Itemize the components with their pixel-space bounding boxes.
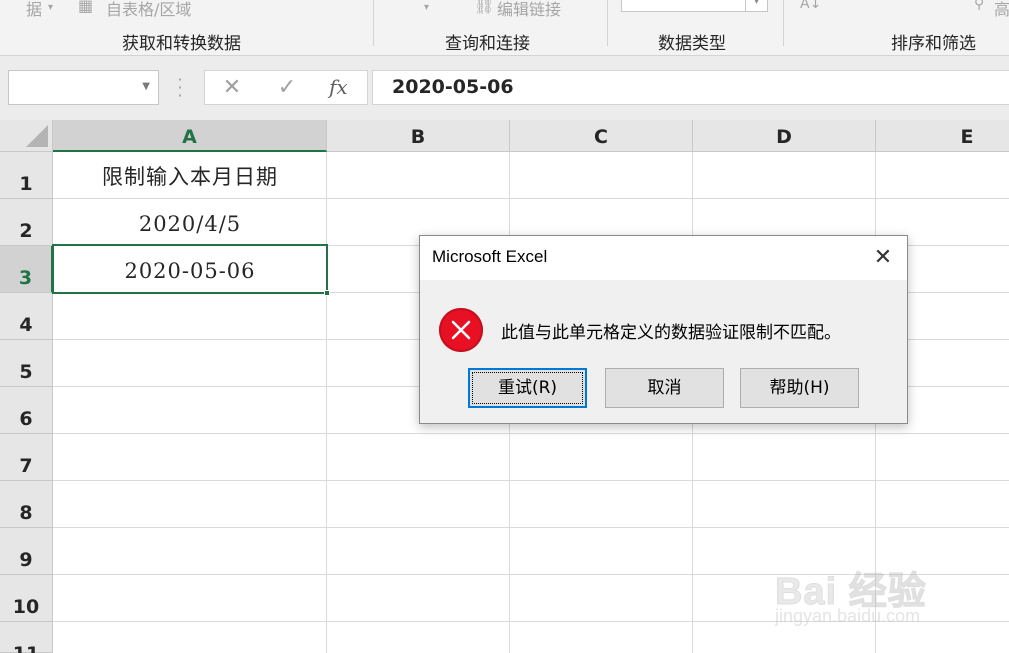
sort-icon[interactable]: A↓ bbox=[800, 0, 821, 12]
data-validation-error-dialog: Microsoft Excel ✕ 此值与此单元格定义的数据验证限制不匹配。 重… bbox=[419, 235, 908, 424]
row-header-11[interactable]: 11 bbox=[0, 622, 53, 653]
ribbon: 据 ▾ ▦ 自表格/区域 ▾ ⛓ 编辑链接 ▾ A↓ ⚲ 高 获取和转换数据 查… bbox=[0, 0, 1009, 56]
advanced-filter-icon[interactable]: ⚲ bbox=[974, 0, 984, 12]
gridline bbox=[53, 527, 1009, 528]
column-header-d[interactable]: D bbox=[693, 120, 876, 152]
focus-ring bbox=[472, 372, 583, 404]
group-sort-filter-label: 排序和筛选 bbox=[891, 34, 976, 54]
insert-function-button[interactable]: fx bbox=[329, 75, 348, 99]
baidu-watermark: Bai 经验 jingyan.baidu.com bbox=[775, 540, 1005, 640]
group-separator bbox=[783, 0, 784, 46]
chevron-down-icon[interactable]: ▾ bbox=[745, 0, 767, 11]
dialog-titlebar[interactable]: Microsoft Excel ✕ bbox=[420, 236, 907, 280]
column-header-b[interactable]: B bbox=[327, 120, 510, 152]
cancel-icon[interactable]: ✕ bbox=[217, 75, 247, 100]
dialog-message: 此值与此单元格定义的数据验证限制不匹配。 bbox=[501, 323, 841, 343]
select-all-button[interactable] bbox=[0, 120, 53, 152]
cancel-button-label: 取消 bbox=[647, 378, 682, 398]
table-icon: ▦ bbox=[78, 0, 94, 15]
group-get-transform-label: 获取和转换数据 bbox=[122, 34, 241, 54]
group-separator bbox=[607, 0, 608, 46]
chevron-down-icon[interactable]: ▾ bbox=[424, 2, 429, 13]
row-header-5[interactable]: 5 bbox=[0, 340, 53, 387]
gridline bbox=[53, 480, 1009, 481]
help-button-label: 帮助(H) bbox=[769, 378, 830, 398]
check-icon[interactable]: ✓ bbox=[272, 75, 302, 100]
column-header-e[interactable]: E bbox=[876, 120, 1009, 152]
row-header-3[interactable]: 3 bbox=[0, 246, 53, 293]
gridline bbox=[53, 433, 1009, 434]
edit-links-button[interactable]: 编辑链接 bbox=[497, 0, 561, 20]
retry-button[interactable]: 重试(R) bbox=[468, 368, 587, 408]
cancel-button[interactable]: 取消 bbox=[605, 368, 724, 408]
close-icon[interactable]: ✕ bbox=[867, 242, 899, 274]
column-header-a[interactable]: A bbox=[53, 120, 327, 152]
row-header-8[interactable]: 8 bbox=[0, 481, 53, 528]
advanced-button[interactable]: 高 bbox=[994, 0, 1009, 20]
name-box[interactable]: ▼ bbox=[8, 70, 159, 105]
group-queries-connections-label: 查询和连接 bbox=[445, 34, 530, 54]
row-header-4[interactable]: 4 bbox=[0, 293, 53, 340]
help-button[interactable]: 帮助(H) bbox=[740, 368, 859, 408]
row-header-2[interactable]: 2 bbox=[0, 199, 53, 246]
from-table-range-button[interactable]: 自表格/区域 bbox=[106, 0, 191, 20]
row-header-7[interactable]: 7 bbox=[0, 434, 53, 481]
dialog-title: Microsoft Excel bbox=[432, 247, 548, 266]
chevron-down-icon[interactable]: ▼ bbox=[142, 81, 150, 92]
group-data-types-label: 数据类型 bbox=[658, 34, 726, 54]
cell-a1[interactable]: 限制输入本月日期 bbox=[53, 152, 327, 199]
data-type-gallery[interactable]: ▾ bbox=[621, 0, 768, 12]
row-header-1[interactable]: 1 bbox=[0, 152, 53, 199]
watermark-url: jingyan.baidu.com bbox=[775, 606, 921, 626]
row-header-10[interactable]: 10 bbox=[0, 575, 53, 622]
active-cell-border bbox=[52, 244, 330, 296]
error-icon bbox=[439, 308, 483, 352]
column-header-c[interactable]: C bbox=[510, 120, 693, 152]
formula-buttons: ✕ ✓ fx bbox=[204, 70, 368, 105]
link-icon: ⛓ bbox=[474, 0, 495, 15]
formula-bar: ▼ · · · ✕ ✓ fx 2020-05-06 bbox=[0, 56, 1009, 120]
select-all-triangle-icon bbox=[26, 125, 48, 147]
ribbon-partial-button[interactable]: 据 bbox=[26, 0, 42, 20]
excel-window: 据 ▾ ▦ 自表格/区域 ▾ ⛓ 编辑链接 ▾ A↓ ⚲ 高 获取和转换数据 查… bbox=[0, 0, 1009, 653]
row-header-9[interactable]: 9 bbox=[0, 528, 53, 575]
drag-handle-icon[interactable]: · · · bbox=[176, 72, 184, 104]
row-header-6[interactable]: 6 bbox=[0, 387, 53, 434]
group-separator bbox=[373, 0, 374, 46]
fill-handle[interactable] bbox=[324, 290, 330, 296]
cell-a2[interactable]: 2020/4/5 bbox=[53, 199, 327, 246]
chevron-down-icon[interactable]: ▾ bbox=[48, 2, 53, 13]
formula-input[interactable]: 2020-05-06 bbox=[372, 70, 1009, 105]
